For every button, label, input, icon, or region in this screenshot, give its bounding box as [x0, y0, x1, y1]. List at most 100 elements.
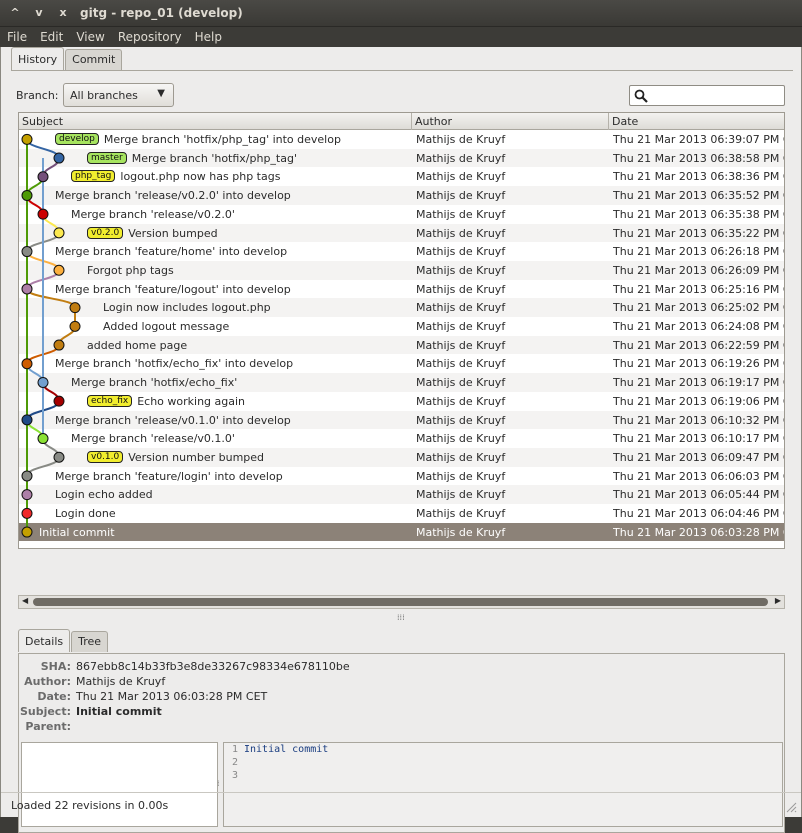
menu-view[interactable]: View	[69, 30, 110, 44]
detail-date-row: Date: Thu 21 Mar 2013 06:03:28 PM CET	[19, 690, 779, 704]
detail-parent-row: Parent:	[19, 720, 779, 734]
graph-edge	[26, 288, 76, 309]
tab-details[interactable]: Details	[18, 629, 71, 652]
status-bar: Loaded 22 revisions in 0.00s	[1, 792, 801, 817]
commit-author: Mathijs de Kruyf	[416, 245, 506, 259]
commit-node	[53, 264, 65, 276]
maximize-button[interactable]: v	[30, 4, 48, 22]
commit-row[interactable]: Merge branch 'feature/logout' into devel…	[19, 280, 784, 299]
line-number: 2	[232, 757, 239, 768]
close-button[interactable]: x	[54, 4, 72, 22]
column-author[interactable]: Author	[415, 115, 452, 128]
detail-subject-label: Subject:	[19, 705, 71, 718]
commit-row[interactable]: Merge branch 'release/v0.1.0' Mathijs de …	[19, 429, 784, 448]
commit-node	[37, 376, 49, 388]
commit-node	[53, 152, 65, 164]
commit-row[interactable]: Added logout message Mathijs de Kruyf Thu …	[19, 317, 784, 336]
commit-author: Mathijs de Kruyf	[416, 507, 506, 520]
commit-author: Mathijs de Kruyf	[416, 338, 506, 352]
commit-author: Mathijs de Kruyf	[416, 450, 506, 464]
tab-history[interactable]: History	[11, 47, 65, 70]
commit-author: Mathijs de Kruyf	[416, 133, 506, 146]
search-icon	[634, 89, 648, 103]
commit-subject: Merge branch 'hotfix/php_tag' into devel…	[103, 133, 341, 146]
pane-resize-grip-icon[interactable]: ⁞	[217, 779, 220, 788]
resize-grip-icon[interactable]	[785, 801, 797, 813]
commit-row[interactable]: Merge branch 'release/v0.2.0' into devel…	[19, 186, 784, 205]
scroll-right-icon[interactable]: ▶	[775, 596, 781, 605]
commit-date: Thu 21 Mar 2013 06:09:47 PM CET	[613, 450, 784, 464]
menu-bar: File Edit View Repository Help	[0, 27, 802, 47]
commit-node	[21, 358, 33, 370]
commit-author: Mathijs de Kruyf	[416, 413, 506, 427]
branch-select[interactable]: All branches ▼	[63, 83, 174, 107]
commit-node	[21, 489, 33, 501]
column-subject[interactable]: Subject	[22, 115, 63, 128]
commit-node	[37, 208, 49, 220]
commit-row[interactable]: echo_fix Echo working again Mathijs de Kru…	[19, 392, 784, 411]
commit-date: Thu 21 Mar 2013 06:35:38 PM CET	[613, 207, 784, 221]
commit-author: Mathijs de Kruyf	[416, 263, 506, 277]
commit-row[interactable]: develop Merge branch 'hotfix/php_tag' int…	[19, 130, 784, 149]
chevron-down-icon: ▼	[157, 88, 165, 99]
commit-date: Thu 21 Mar 2013 06:19:26 PM CET	[613, 357, 784, 371]
graph-edge	[26, 138, 60, 159]
branch-label: Branch:	[16, 89, 59, 102]
search-input[interactable]	[629, 85, 785, 106]
commit-row[interactable]: v0.1.0 Version number bumped Mathijs de Kr…	[19, 447, 784, 467]
commit-author: Mathijs de Kruyf	[416, 151, 506, 165]
commit-author: Mathijs de Kruyf	[416, 357, 506, 371]
commit-row[interactable]: Merge branch 'release/v0.2.0' Mathijs de …	[19, 205, 784, 224]
tab-commit[interactable]: Commit	[65, 49, 123, 70]
scroll-left-icon[interactable]: ◀	[22, 596, 28, 605]
tab-tree[interactable]: Tree	[71, 631, 109, 652]
commit-row[interactable]: Merge branch 'hotfix/echo_fix' into deve…	[19, 354, 784, 373]
menu-edit[interactable]: Edit	[33, 30, 69, 44]
commit-row[interactable]: added home page Mathijs de Kruyf Thu 21 Ma…	[19, 335, 784, 355]
commit-row[interactable]: Merge branch 'feature/login' into develo…	[19, 467, 784, 486]
commit-row[interactable]: Login now includes logout.php Mathijs de …	[19, 298, 784, 317]
commit-row[interactable]: Merge branch 'feature/home' into develop…	[19, 242, 784, 261]
commit-row[interactable]: v0.2.0 Version bumped Mathijs de Kruyf Thu …	[19, 223, 784, 243]
commit-date: Thu 21 Mar 2013 06:10:32 PM CET	[613, 413, 784, 427]
commit-date: Thu 21 Mar 2013 06:26:18 PM CET	[613, 245, 784, 259]
commit-row[interactable]: Merge branch 'release/v0.1.0' into devel…	[19, 410, 784, 430]
commit-row[interactable]: Forgot php tags Mathijs de Kruyf Thu 21 Ma…	[19, 260, 784, 280]
minimize-button[interactable]: ^	[6, 4, 24, 22]
commit-node	[21, 526, 33, 538]
detail-date-value: Thu 21 Mar 2013 06:03:28 PM CET	[76, 690, 268, 703]
commit-date: Thu 21 Mar 2013 06:19:17 PM CET	[613, 376, 784, 390]
column-date[interactable]: Date	[612, 115, 638, 128]
commit-row[interactable]: php_tag logout.php now has php tags Mathij…	[19, 167, 784, 186]
commit-row[interactable]: Login done Mathijs de Kruyf Thu 21 Mar 201…	[19, 504, 784, 523]
commit-date: Thu 21 Mar 2013 06:26:09 PM CET	[613, 263, 784, 277]
commit-rows: develop Merge branch 'hotfix/php_tag' int…	[19, 130, 784, 548]
commit-date: Thu 21 Mar 2013 06:10:17 PM CET	[613, 432, 784, 446]
detail-sha-value[interactable]: 867ebb8c14b33fb3e8de33267c98334e678110be	[76, 660, 350, 673]
commit-row[interactable]: Merge branch 'hotfix/echo_fix' Mathijs de…	[19, 373, 784, 392]
horizontal-scrollbar[interactable]: ◀ ▶	[18, 595, 785, 609]
commit-row[interactable]: master Merge branch 'hotfix/php_tag' Mathi…	[19, 148, 784, 168]
menu-file[interactable]: File	[0, 30, 33, 44]
menu-help[interactable]: Help	[188, 30, 228, 44]
commit-date: Thu 21 Mar 2013 06:19:06 PM CET	[613, 394, 784, 408]
commit-row[interactable]: Initial commit Mathijs de Kruyf Thu 21 Mar…	[19, 522, 784, 542]
commit-node	[69, 302, 81, 314]
column-separator[interactable]	[608, 113, 609, 130]
window-title: gitg - repo_01 (develop)	[80, 6, 243, 20]
detail-sha-row: SHA: 867ebb8c14b33fb3e8de33267c98334e678…	[19, 660, 779, 674]
detail-subject-value: Initial commit	[76, 705, 162, 718]
detail-author-value: Mathijs de Kruyf	[76, 675, 166, 688]
pane-resize-grip-icon[interactable]: ⁞⁞⁞	[397, 613, 405, 622]
title-bar: ^ v x gitg - repo_01 (develop)	[0, 0, 802, 27]
detail-sha-label: SHA:	[40, 660, 71, 673]
menu-repository[interactable]: Repository	[111, 30, 188, 44]
commit-author: Mathijs de Kruyf	[416, 320, 506, 333]
column-separator[interactable]	[411, 113, 412, 130]
history-list[interactable]: Subject Author Date develop Merge branch …	[18, 112, 785, 549]
commit-row[interactable]: Login echo added Mathijs de Kruyf Thu 21 M…	[19, 485, 784, 504]
scrollbar-thumb[interactable]	[33, 598, 768, 606]
commit-node	[21, 470, 33, 482]
commit-date: Thu 21 Mar 2013 06:06:03 PM CET	[613, 469, 784, 483]
commit-node	[53, 451, 65, 463]
